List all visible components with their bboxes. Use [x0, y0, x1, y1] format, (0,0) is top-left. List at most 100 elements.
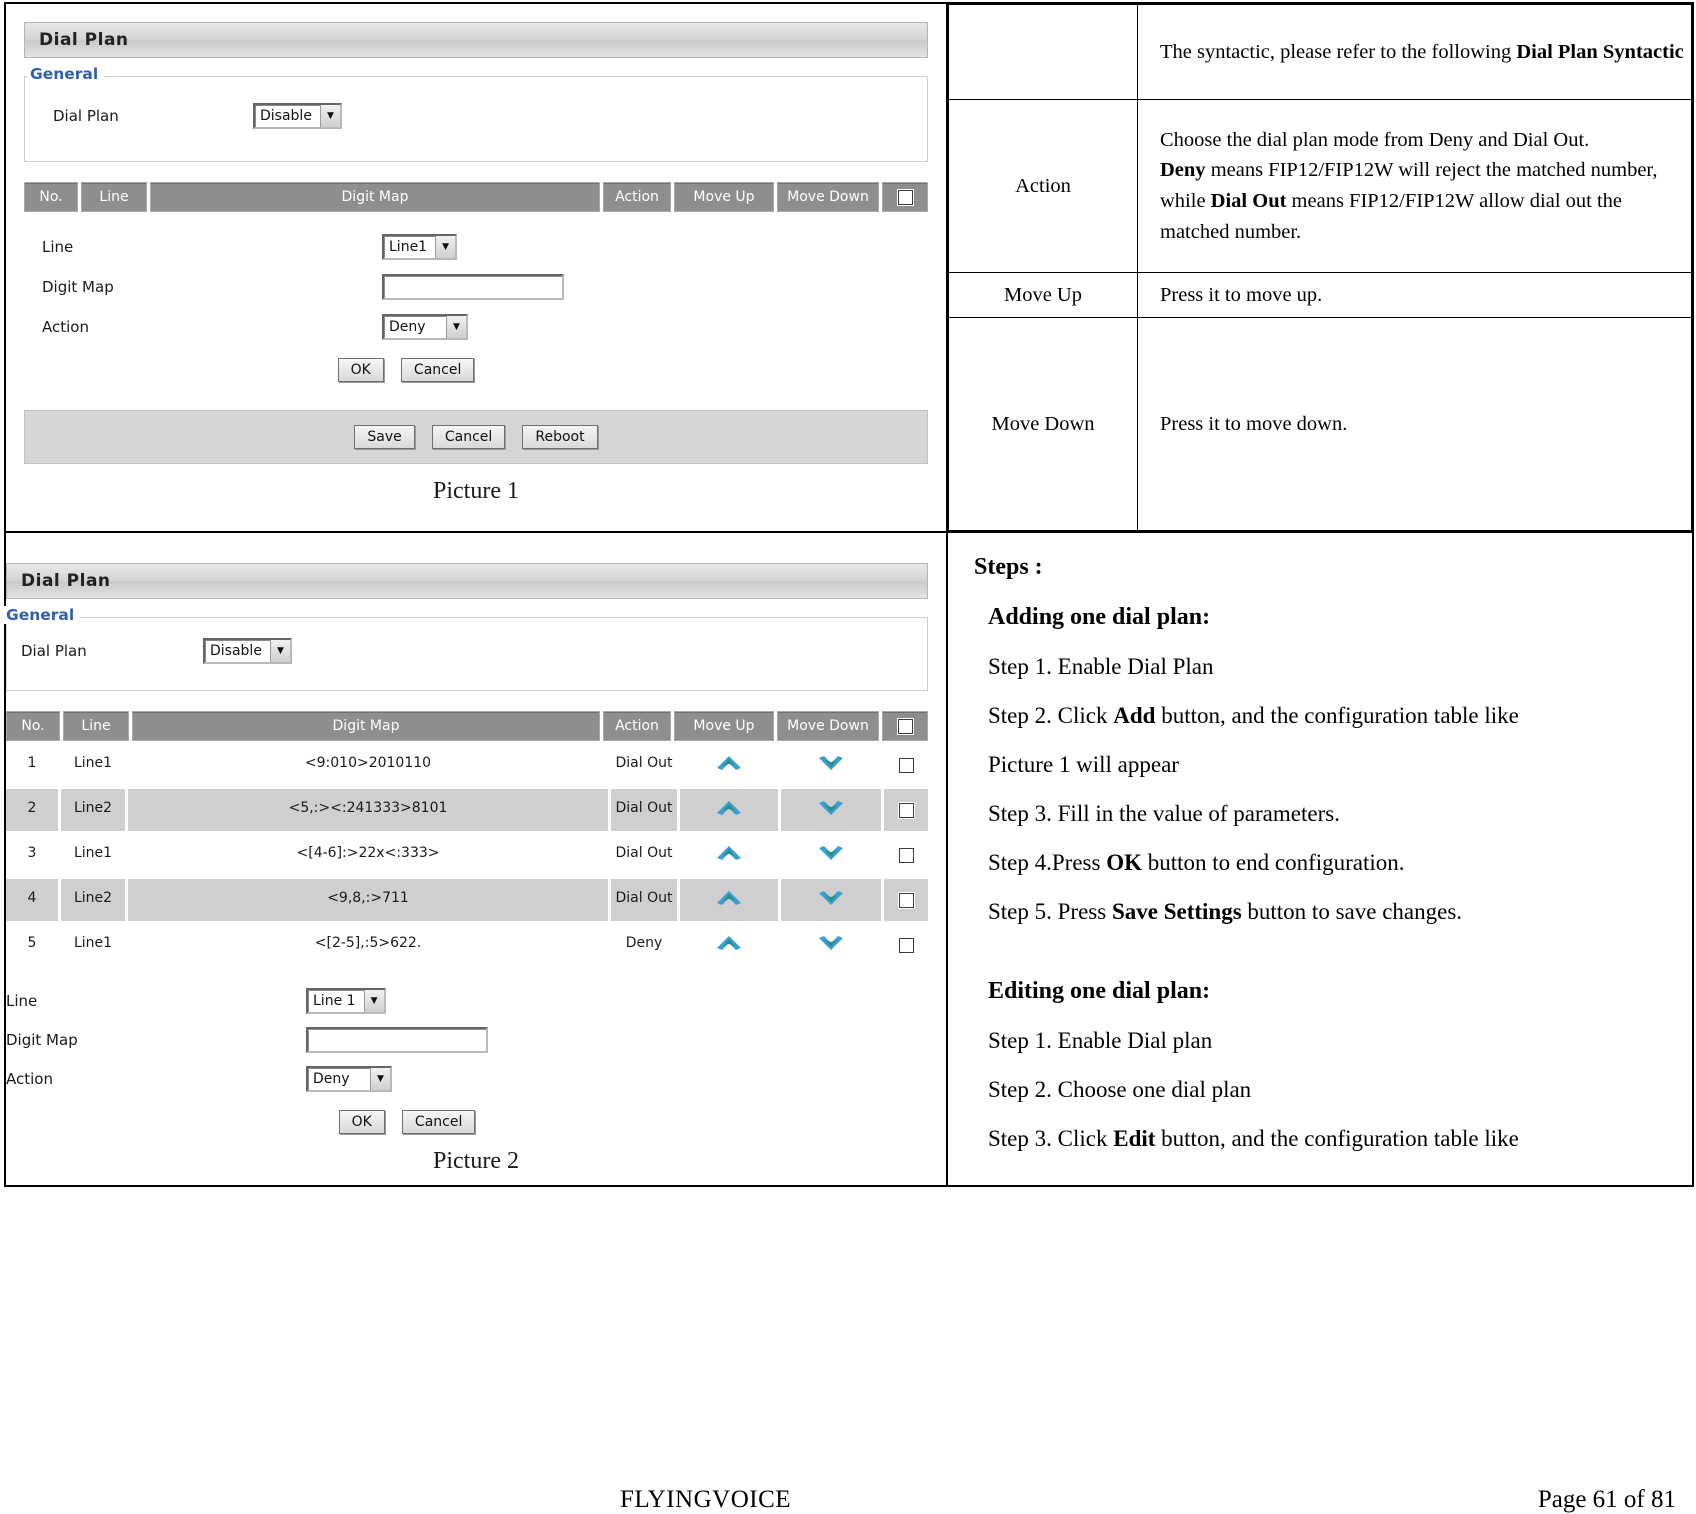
table-row[interactable]: 4 Line2 <9,8,:>711 Dial Out	[6, 879, 928, 921]
row-move-up-button[interactable]	[680, 834, 778, 876]
p2-grid-body: 1 Line1 <9:010>2010110 Dial Out 2 Line2 …	[6, 744, 928, 966]
p1-action-select[interactable]: Deny ▼	[382, 314, 468, 340]
spec-row: Move Down Press it to move down.	[948, 317, 1692, 531]
p2-general-fieldset: General Dial Plan Disable ▼	[4, 606, 928, 691]
p2-cancel-button[interactable]: Cancel	[401, 1110, 476, 1134]
p2-digit-map-label: Digit Map	[6, 1031, 78, 1049]
row-move-down-button[interactable]	[781, 879, 881, 921]
p1-savebar-cancel-button[interactable]: Cancel	[431, 425, 506, 449]
picture2-screenshot: Dial Plan General Dial Plan Disable ▼ No…	[4, 533, 946, 1185]
table-row[interactable]: 3 Line1 <[4-6]:>22x<:333> Dial Out	[6, 834, 928, 876]
picture1-caption: Picture 1	[433, 478, 519, 504]
chevron-down-icon: ▼	[370, 1068, 390, 1090]
p1-line-value: Line1	[389, 239, 428, 255]
p2-header-digit-map: Digit Map	[132, 711, 600, 741]
p1-header-move-up: Move Up	[674, 182, 774, 212]
row-move-up-button[interactable]	[680, 924, 778, 966]
picture2-cell: Dial Plan General Dial Plan Disable ▼ No…	[4, 531, 948, 1187]
adding-step-3: Step 3. Fill in the value of parameters.	[988, 801, 1340, 826]
p2-digit-map-input[interactable]	[306, 1027, 488, 1053]
adding-step-2b: Picture 1 will appear	[988, 752, 1179, 777]
p1-line-select[interactable]: Line1 ▼	[382, 234, 458, 260]
row-line: Line2	[61, 879, 125, 921]
spec-name-0	[948, 4, 1138, 100]
row-move-up-button[interactable]	[680, 879, 778, 921]
row-digit-map: <5,:><:241333>8101	[128, 789, 608, 831]
adding-step-5: Step 5. Press Save Settings button to sa…	[988, 899, 1463, 924]
chevron-up-icon	[717, 801, 741, 815]
p1-grid-header: No. Line Digit Map Action Move Up Move D…	[24, 182, 928, 212]
p1-dial-plan-label: Dial Plan	[53, 107, 119, 125]
picture1-cell: Dial Plan General Dial Plan Disable ▼ No…	[4, 2, 948, 533]
p2-ok-button[interactable]: OK	[338, 1110, 385, 1134]
spec-table-cell: The syntactic, please refer to the follo…	[946, 2, 1694, 533]
row-select-checkbox[interactable]	[884, 834, 928, 876]
editing-heading: Editing one dial plan:	[988, 978, 1211, 1004]
p2-line-select[interactable]: Line 1 ▼	[306, 988, 386, 1014]
row-action: Dial Out	[615, 845, 673, 861]
p1-header-line: Line	[81, 182, 147, 212]
chevron-down-icon: ▼	[435, 236, 456, 258]
p1-ok-button[interactable]: OK	[337, 358, 384, 382]
parameter-spec-table: The syntactic, please refer to the follo…	[948, 4, 1692, 531]
footer-page-number: Page 61 of 81	[1537, 1486, 1676, 1513]
p2-action-value: Deny	[313, 1071, 350, 1087]
chevron-down-icon	[819, 891, 843, 905]
row-line: Line1	[73, 845, 113, 861]
row-line: Line1	[73, 935, 113, 951]
p1-dial-plan-select[interactable]: Disable ▼	[253, 103, 342, 129]
row-move-down-button[interactable]	[781, 834, 881, 876]
p1-digit-map-row: Digit Map	[24, 274, 928, 300]
spec-row: Action Choose the dial plan mode from De…	[948, 99, 1692, 273]
p1-save-button[interactable]: Save	[354, 425, 415, 449]
p1-action-label: Action	[42, 318, 89, 336]
p1-cancel-button[interactable]: Cancel	[400, 358, 475, 382]
picture1-screenshot: Dial Plan General Dial Plan Disable ▼ No…	[6, 4, 946, 515]
p2-line-label: Line	[6, 992, 38, 1010]
p2-general-legend: General	[4, 606, 81, 624]
p1-digit-map-input[interactable]	[382, 274, 564, 300]
table-row[interactable]: 5 Line1 <[2-5],:5>622. Deny	[6, 924, 928, 966]
steps-title: Steps :	[974, 554, 1043, 580]
row-select-checkbox[interactable]	[884, 879, 928, 921]
p1-reboot-button[interactable]: Reboot	[522, 425, 598, 449]
p2-line-value: Line 1	[313, 993, 356, 1009]
p1-header-move-down: Move Down	[777, 182, 879, 212]
chevron-down-icon: ▼	[269, 640, 290, 662]
row-digit-map: <9,8,:>711	[128, 879, 608, 921]
p2-header-action: Action	[603, 711, 671, 741]
table-row[interactable]: 1 Line1 <9:010>2010110 Dial Out	[6, 744, 928, 786]
row-select-checkbox[interactable]	[884, 924, 928, 966]
p2-dial-plan-select[interactable]: Disable ▼	[203, 638, 292, 664]
p1-digit-map-label: Digit Map	[42, 278, 114, 296]
p1-header-select-all-checkbox[interactable]	[882, 182, 928, 212]
p2-panel-title: Dial Plan	[6, 563, 928, 599]
chevron-down-icon	[819, 846, 843, 860]
row-select-checkbox[interactable]	[884, 789, 928, 831]
row-move-up-button[interactable]	[680, 789, 778, 831]
chevron-up-icon	[717, 891, 741, 905]
p2-header-move-up: Move Up	[674, 711, 774, 741]
table-row[interactable]: 2 Line2 <5,:><:241333>8101 Dial Out	[6, 789, 928, 831]
row-select-checkbox[interactable]	[884, 744, 928, 786]
row-move-down-button[interactable]	[781, 744, 881, 786]
row-move-down-button[interactable]	[781, 789, 881, 831]
checkbox-icon	[898, 802, 914, 818]
p1-header-action: Action	[603, 182, 671, 212]
p2-action-label: Action	[6, 1070, 53, 1088]
chevron-up-icon	[717, 846, 741, 860]
p2-line-row: Line Line 1 ▼	[6, 988, 928, 1014]
chevron-down-icon	[819, 801, 843, 815]
p2-header-select-all-checkbox[interactable]	[882, 711, 928, 741]
chevron-up-icon	[717, 936, 741, 950]
p2-digit-map-row: Digit Map	[6, 1027, 928, 1053]
row-action: Dial Out	[611, 879, 677, 921]
p2-header-no: No.	[6, 711, 60, 741]
document-page: Dial Plan General Dial Plan Disable ▼ No…	[0, 0, 1696, 1513]
row-digit-map: <[4-6]:>22x<:333>	[296, 845, 440, 861]
row-move-down-button[interactable]	[781, 924, 881, 966]
checkbox-icon	[897, 189, 913, 205]
row-move-up-button[interactable]	[680, 744, 778, 786]
p2-action-select[interactable]: Deny ▼	[306, 1066, 392, 1092]
spec-desc-3: Press it to move down.	[1137, 317, 1692, 531]
